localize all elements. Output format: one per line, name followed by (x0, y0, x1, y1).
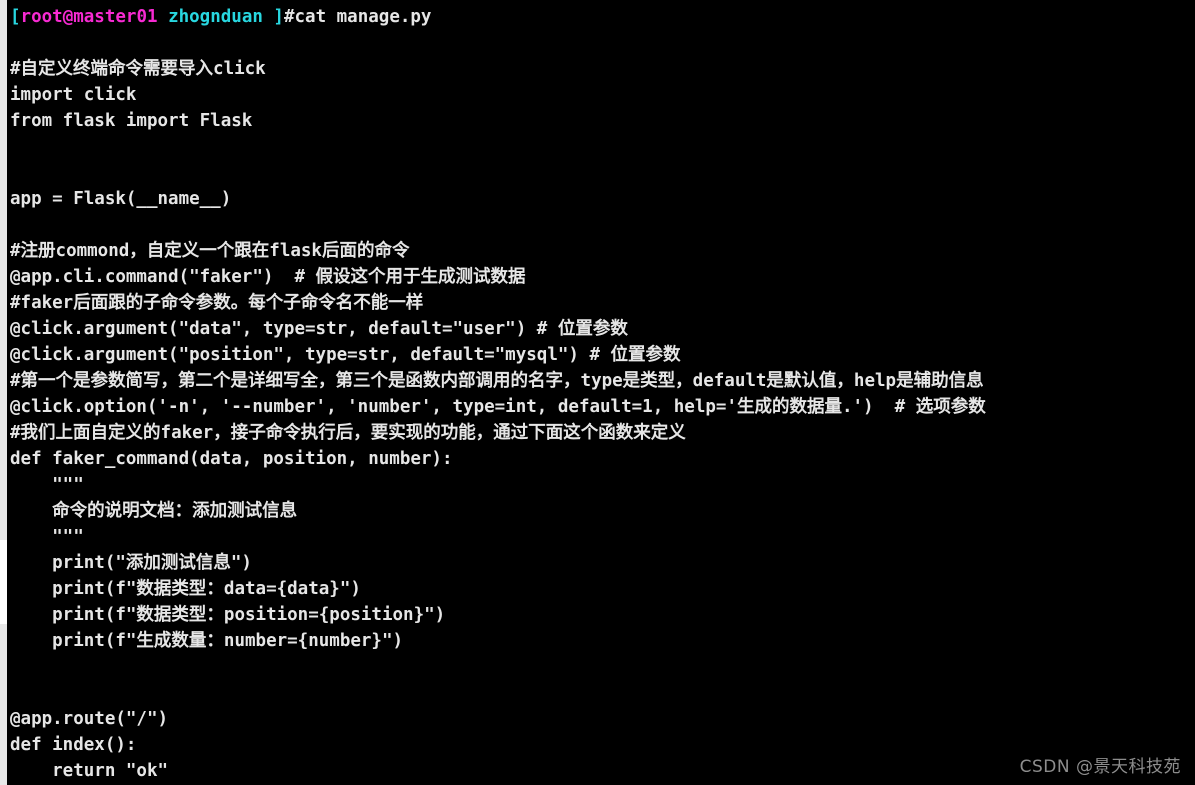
file-content-output: #自定义终端命令需要导入click import click from flask … (0, 30, 1195, 784)
scrollbar-thumb[interactable] (0, 540, 7, 624)
code-line: #自定义终端命令需要导入click (10, 59, 266, 79)
terminal-window[interactable]: [root@master01 zhognduan ]#cat manage.py… (0, 0, 1195, 785)
code-line: #我们上面自定义的faker，接子命令执行后，要实现的功能，通过下面这个函数来定… (10, 423, 686, 443)
code-line: def faker_command(data, position, number… (10, 449, 453, 469)
code-line: print(f"生成数量：number={number}") (10, 631, 404, 651)
prompt-close-bracket: ] (262, 7, 284, 27)
code-line: @click.argument("position", type=str, de… (10, 345, 681, 365)
scrollbar-track[interactable] (0, 0, 7, 785)
code-line: #注册commond，自定义一个跟在flask后面的命令 (10, 241, 410, 261)
csdn-watermark: CSDN @景天科技苑 (1019, 757, 1181, 777)
prompt-user-host: root@master01 (20, 7, 158, 27)
code-line: #第一个是参数简写，第二个是详细写全，第三个是函数内部调用的名字，type是类型… (10, 371, 984, 391)
code-line: def index(): (10, 735, 137, 755)
code-line: @click.argument("data", type=str, defaul… (10, 319, 628, 339)
code-line: print(f"数据类型：data={data}") (10, 579, 361, 599)
code-line: 命令的说明文档：添加测试信息 (10, 501, 298, 521)
code-line: from flask import Flask (10, 111, 253, 131)
code-line: """ (10, 527, 84, 547)
code-line: print("添加测试信息") (10, 553, 252, 573)
code-line: #faker后面跟的子命令参数。每个子命令名不能一样 (10, 293, 424, 313)
code-line: return "ok" (10, 761, 169, 781)
prompt-open-bracket: [ (10, 7, 21, 27)
code-line: print(f"数据类型：position={position}") (10, 605, 446, 625)
prompt-command: #cat manage.py (283, 7, 432, 27)
code-line: @app.route("/") (10, 709, 169, 729)
code-line: import click (10, 85, 137, 105)
code-line: @click.option('-n', '--number', 'number'… (10, 397, 986, 417)
code-line: @app.cli.command("faker") # 假设这个用于生成测试数据 (10, 267, 526, 287)
code-line: """ (10, 475, 84, 495)
prompt-line: [root@master01 zhognduan ]#cat manage.py (0, 4, 1195, 30)
code-line: app = Flask(__name__) (10, 189, 232, 209)
prompt-directory: zhognduan (168, 7, 263, 27)
